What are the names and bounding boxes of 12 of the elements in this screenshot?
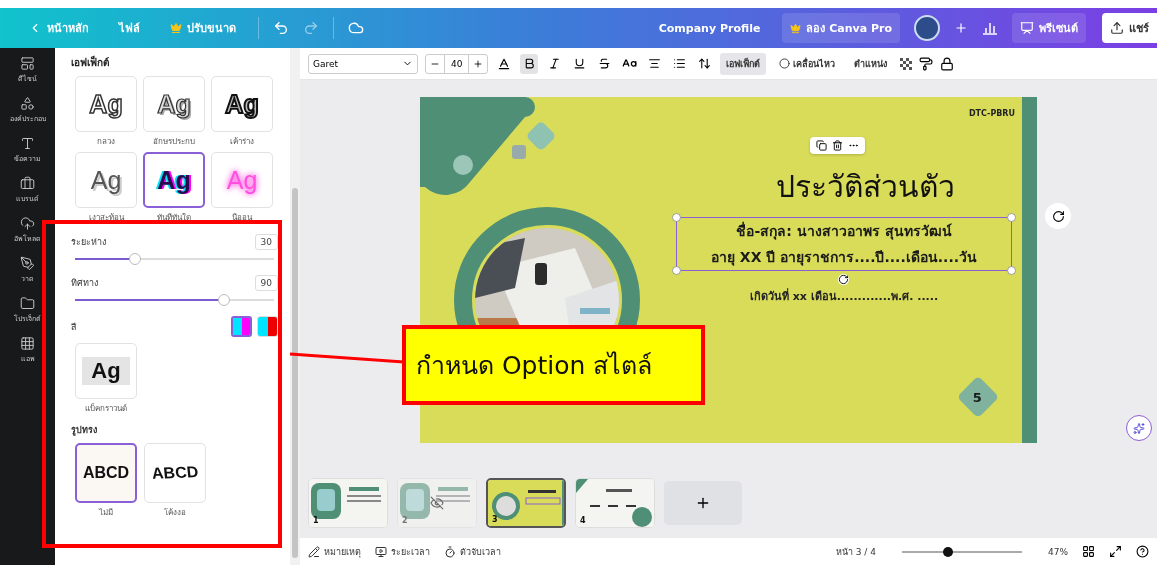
slide-tag: DTC-PBRU	[968, 109, 1015, 118]
panel-title: เอฟเฟ็กต์	[71, 54, 110, 70]
slide-text-line: เกิดวันที่ xx เดือน.............พ.ศ. .....	[748, 287, 940, 305]
annotation-tooltip: กำหนด Option สไตล์	[402, 325, 705, 405]
slide-title: ประวัติส่วนตัว	[774, 168, 956, 206]
slider-label: ระยะห่าง	[71, 236, 106, 249]
slide-text-line: ชื่อ-สกุล: นางสาวอาพร สุนทรวัฒน์	[736, 220, 952, 242]
slide-text-line: อายุ XX ปี อายุราชการ....ปี....เดือน....วัน	[711, 248, 977, 268]
zoom-value: 47%	[1048, 546, 1068, 557]
slider-label: ทิศทาง	[71, 277, 98, 290]
color-label: สี	[71, 320, 76, 334]
section-title: รูปทรง	[71, 424, 98, 437]
